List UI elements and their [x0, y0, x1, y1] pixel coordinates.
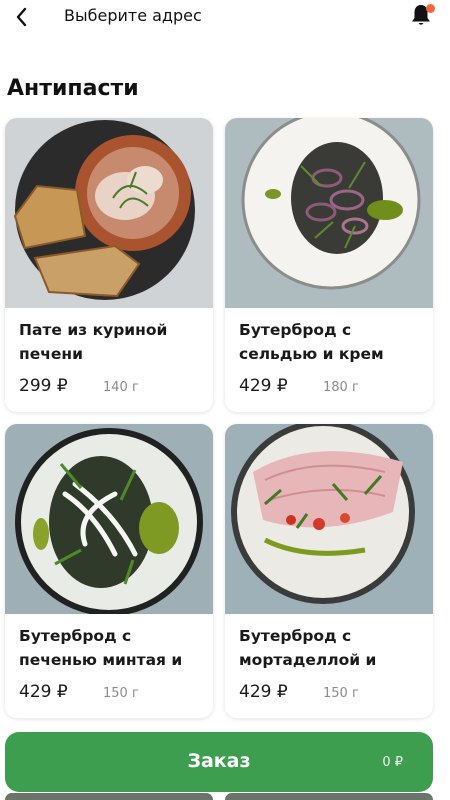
back-button[interactable]	[10, 4, 34, 30]
product-name: Бутерброд с печенью минтая и	[19, 627, 183, 669]
next-card-peek	[5, 793, 213, 800]
order-total: 0 ₽	[382, 755, 403, 770]
product-card[interactable]: Бутерброд с сельдью и крем 429 ₽ 180 г	[225, 118, 433, 412]
herring-sandwich-photo	[225, 118, 433, 308]
product-price: 429 ₽	[19, 682, 68, 702]
product-card[interactable]: Пате из куриной печени 299 ₽ 140 г	[5, 118, 213, 412]
product-card[interactable]: Бутерброд с мортаделлой и 429 ₽ 150 г	[225, 424, 433, 718]
top-bar: Выберите адрес	[0, 0, 450, 36]
product-price: 429 ₽	[239, 682, 288, 702]
order-label: Заказ	[187, 750, 251, 772]
product-weight: 180 г	[323, 380, 359, 395]
pollock-liver-sandwich-photo	[5, 424, 213, 614]
order-button[interactable]: Заказ 0 ₽	[5, 732, 433, 792]
address-selector[interactable]: Выберите адрес	[64, 6, 202, 25]
notification-badge	[426, 4, 435, 13]
section-title: Антипасти	[7, 76, 139, 101]
chevron-left-icon	[16, 7, 27, 27]
mortadella-sandwich-photo	[225, 424, 433, 614]
product-weight: 150 г	[103, 686, 139, 701]
product-price: 299 ₽	[19, 376, 68, 396]
chicken-liver-pate-photo	[5, 118, 213, 308]
next-card-peek	[225, 793, 433, 800]
product-card[interactable]: Бутерброд с печенью минтая и 429 ₽ 150 г	[5, 424, 213, 718]
product-name: Бутерброд с сельдью и крем	[239, 321, 384, 363]
product-price: 429 ₽	[239, 376, 288, 396]
product-name: Пате из куриной печени	[19, 321, 168, 363]
product-weight: 150 г	[323, 686, 359, 701]
product-name: Бутерброд с мортаделлой и	[239, 627, 377, 669]
product-weight: 140 г	[103, 380, 139, 395]
notifications-button[interactable]	[408, 2, 436, 30]
